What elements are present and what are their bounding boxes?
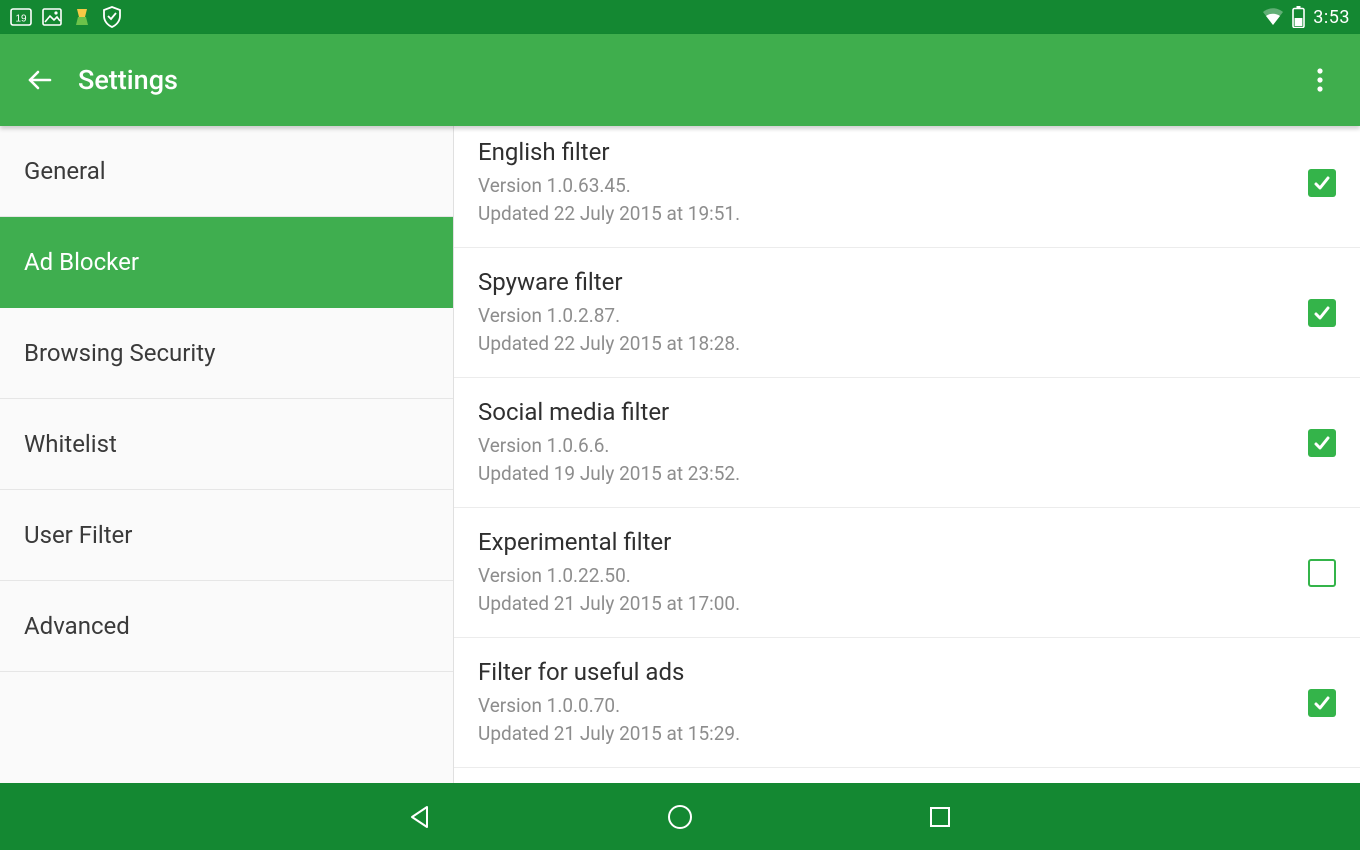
filter-version: Version 1.0.63.45. [478, 172, 1308, 200]
filter-checkbox[interactable] [1308, 429, 1336, 457]
square-recents-icon [928, 805, 952, 829]
filter-version: Version 1.0.22.50. [478, 562, 1308, 590]
sidebar-item-ad-blocker[interactable]: Ad Blocker [0, 217, 453, 308]
app-bar: Settings [0, 34, 1360, 126]
sidebar-item-advanced[interactable]: Advanced [0, 581, 453, 672]
sidebar-item-general[interactable]: General [0, 126, 453, 217]
filter-list: English filter Version 1.0.63.45. Update… [454, 126, 1360, 783]
filter-version: Version 1.0.6.6. [478, 432, 1308, 460]
filter-title: Spyware filter [478, 268, 1308, 296]
filter-title: Social media filter [478, 398, 1308, 426]
filter-version: Version 1.0.2.87. [478, 302, 1308, 330]
arrow-left-icon [26, 66, 54, 94]
filter-row[interactable]: Experimental filter Version 1.0.22.50. U… [454, 508, 1360, 638]
shield-icon [102, 6, 122, 28]
broom-icon [72, 7, 92, 27]
filter-checkbox[interactable] [1308, 169, 1336, 197]
nav-recents-button[interactable] [910, 797, 970, 837]
page-title: Settings [78, 64, 178, 96]
filter-row[interactable]: Social media filter Version 1.0.6.6. Upd… [454, 378, 1360, 508]
filter-version: Version 1.0.0.70. [478, 692, 1308, 720]
filter-row[interactable]: English filter Version 1.0.63.45. Update… [454, 126, 1360, 248]
check-icon [1312, 303, 1332, 323]
nav-home-button[interactable] [650, 797, 710, 837]
sidebar-item-label: Whitelist [24, 430, 117, 458]
sidebar-item-label: General [24, 157, 106, 185]
filter-title: Filter for useful ads [478, 658, 1308, 686]
calendar-icon: 19 [10, 8, 32, 26]
check-icon [1312, 173, 1332, 193]
filter-row[interactable]: Filter for useful ads Version 1.0.0.70. … [454, 638, 1360, 768]
svg-text:19: 19 [15, 14, 27, 25]
battery-icon [1292, 6, 1305, 28]
status-bar: 19 3:53 [0, 0, 1360, 34]
sidebar-item-label: Advanced [24, 612, 130, 640]
filter-checkbox[interactable] [1308, 559, 1336, 587]
filter-updated: Updated 22 July 2015 at 19:51. [478, 200, 1308, 228]
filter-updated: Updated 22 July 2015 at 18:28. [478, 330, 1308, 358]
system-nav-bar [0, 783, 1360, 850]
back-button[interactable] [20, 60, 60, 100]
wifi-icon [1262, 8, 1284, 26]
image-icon [42, 8, 62, 26]
sidebar-item-browsing-security[interactable]: Browsing Security [0, 308, 453, 399]
sidebar-item-whitelist[interactable]: Whitelist [0, 399, 453, 490]
filter-title: Experimental filter [478, 528, 1308, 556]
nav-back-button[interactable] [390, 797, 450, 837]
sidebar-item-label: Browsing Security [24, 339, 215, 367]
filter-updated: Updated 21 July 2015 at 15:29. [478, 720, 1308, 748]
filter-row[interactable]: Spyware filter Version 1.0.2.87. Updated… [454, 248, 1360, 378]
sidebar-item-label: User Filter [24, 521, 132, 549]
check-icon [1312, 433, 1332, 453]
filter-title: English filter [478, 138, 1308, 166]
sidebar-item-user-filter[interactable]: User Filter [0, 490, 453, 581]
filter-updated: Updated 21 July 2015 at 17:00. [478, 590, 1308, 618]
circle-home-icon [666, 803, 694, 831]
sidebar-item-label: Ad Blocker [24, 248, 139, 276]
filter-updated: Updated 19 July 2015 at 23:52. [478, 460, 1308, 488]
more-vert-icon [1317, 68, 1323, 92]
status-clock: 3:53 [1313, 7, 1350, 28]
filter-checkbox[interactable] [1308, 689, 1336, 717]
filter-checkbox[interactable] [1308, 299, 1336, 327]
settings-sidebar: General Ad Blocker Browsing Security Whi… [0, 126, 454, 783]
overflow-menu-button[interactable] [1300, 60, 1340, 100]
check-icon [1312, 693, 1332, 713]
triangle-back-icon [407, 804, 433, 830]
